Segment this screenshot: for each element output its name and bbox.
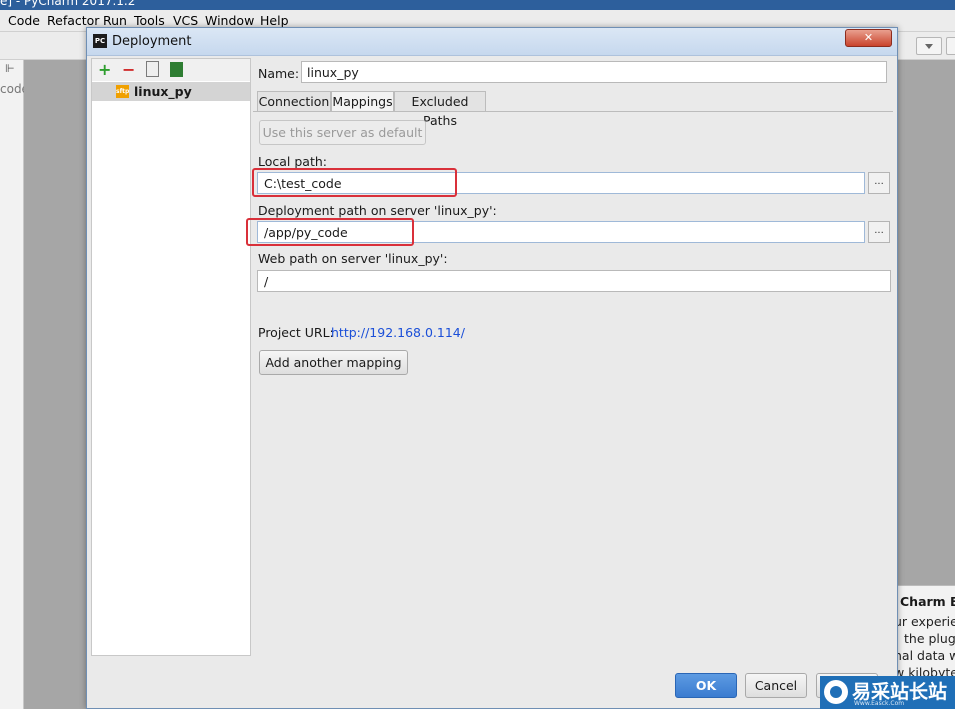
deploy-path-browse-button[interactable]: ... bbox=[868, 221, 890, 243]
set-default-icon[interactable] bbox=[170, 62, 183, 77]
notification-title: Charm Bo bbox=[900, 594, 955, 609]
name-field[interactable]: linux_py bbox=[301, 61, 887, 83]
deployment-dialog: PC Deployment ✕ + − sftp linux_py Name: … bbox=[86, 27, 898, 709]
menu-refactor[interactable]: Refactor bbox=[47, 13, 99, 28]
server-settings-pane: Name: linux_py Connection Mappings Exclu… bbox=[246, 58, 893, 656]
project-url-label: Project URL: bbox=[258, 325, 334, 340]
local-path-browse-button[interactable]: ... bbox=[868, 172, 890, 194]
notification-line: nal data w bbox=[894, 648, 955, 663]
server-list-pane: + − sftp linux_py bbox=[91, 58, 251, 656]
cancel-button[interactable]: Cancel bbox=[745, 673, 807, 698]
menu-vcs[interactable]: VCS bbox=[173, 13, 198, 28]
pin-icon[interactable]: ⊩ bbox=[5, 62, 15, 75]
ide-title-bar: e] - PyCharm 2017.1.2 bbox=[0, 0, 955, 10]
local-path-highlight bbox=[252, 168, 457, 197]
tab-excluded-paths[interactable]: Excluded Paths bbox=[394, 91, 486, 128]
project-tree: ⊩ code bbox=[0, 60, 29, 709]
name-label: Name: bbox=[258, 66, 300, 81]
server-item-linux-py[interactable]: sftp linux_py bbox=[92, 82, 250, 101]
server-list-toolbar: + − bbox=[92, 59, 250, 81]
dialog-footer: OK Cancel bbox=[91, 656, 893, 708]
tab-connection[interactable]: Connection bbox=[257, 91, 331, 112]
watermark-subtext: Www.Easck.Com bbox=[854, 700, 905, 707]
notification-line: ur experie bbox=[894, 614, 955, 629]
close-button[interactable]: ✕ bbox=[845, 29, 892, 47]
menu-run[interactable]: Run bbox=[103, 13, 127, 28]
project-url-link[interactable]: http://192.168.0.114/ bbox=[331, 325, 465, 340]
ide-title: e] - PyCharm 2017.1.2 bbox=[0, 0, 136, 8]
tab-mappings[interactable]: Mappings bbox=[331, 91, 394, 112]
chevron-down-icon bbox=[925, 44, 933, 49]
dialog-title-bar: PC Deployment bbox=[87, 28, 897, 56]
notification-line: the plugi bbox=[904, 631, 955, 646]
remove-icon[interactable]: − bbox=[122, 60, 135, 79]
deploy-path-highlight bbox=[246, 218, 414, 246]
toolbar-dropdown-button[interactable] bbox=[916, 37, 942, 55]
menu-tools[interactable]: Tools bbox=[134, 13, 165, 28]
tab-divider bbox=[253, 111, 893, 112]
add-mapping-button[interactable]: Add another mapping bbox=[259, 350, 408, 375]
toolbar-extra-button[interactable] bbox=[946, 37, 955, 55]
dialog-title: Deployment bbox=[112, 34, 192, 49]
menu-window[interactable]: Window bbox=[205, 13, 254, 28]
use-as-default-button[interactable]: Use this server as default bbox=[259, 120, 426, 145]
pycharm-icon: PC bbox=[93, 34, 107, 48]
watermark: 易采站长站 Www.Easck.Com bbox=[820, 676, 955, 709]
deploy-path-label: Deployment path on server 'linux_py': bbox=[258, 203, 497, 218]
local-path-label: Local path: bbox=[258, 154, 328, 169]
menu-help[interactable]: Help bbox=[260, 13, 289, 28]
menu-code[interactable]: Code bbox=[8, 13, 40, 28]
add-icon[interactable]: + bbox=[98, 60, 111, 79]
web-path-label: Web path on server 'linux_py': bbox=[258, 251, 448, 266]
ok-button[interactable]: OK bbox=[675, 673, 737, 698]
web-path-field[interactable]: / bbox=[257, 270, 891, 292]
sftp-server-icon: sftp bbox=[116, 85, 129, 98]
copy-icon[interactable] bbox=[146, 61, 159, 77]
close-icon: ✕ bbox=[863, 31, 874, 44]
watermark-logo-icon bbox=[824, 680, 848, 704]
server-label: linux_py bbox=[134, 84, 192, 99]
